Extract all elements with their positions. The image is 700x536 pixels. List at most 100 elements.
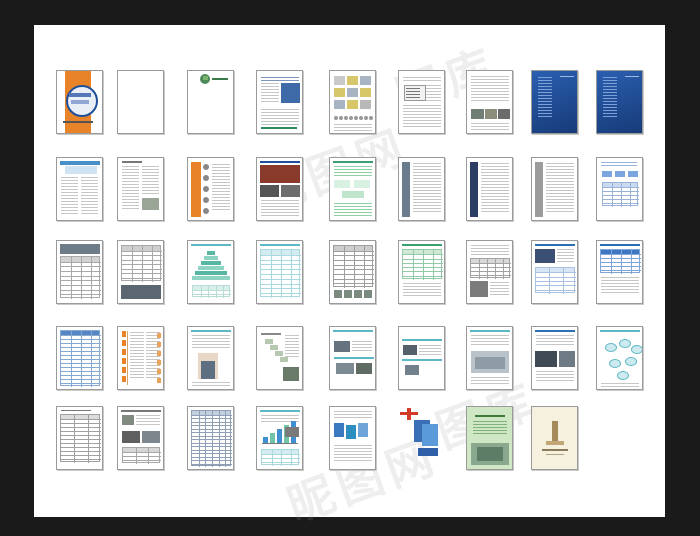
table-rule <box>612 183 613 207</box>
thumbnail-page-step-photos-2[interactable] <box>398 326 445 390</box>
thumb-image <box>334 88 345 97</box>
text-line <box>261 77 299 78</box>
thumbnail-page-cream-cover[interactable] <box>531 406 578 470</box>
text-line <box>557 261 574 262</box>
text-line <box>142 184 159 185</box>
diagram-bubble <box>631 345 642 354</box>
thumbnail-page-text-left-strip[interactable] <box>398 157 445 221</box>
thumbnail-page-orange-sidebar[interactable] <box>187 157 234 221</box>
thumbnail-page-green-diagram[interactable] <box>329 157 376 221</box>
thumbnail-page-text-chart[interactable] <box>398 70 445 134</box>
thumbnail-page-globe-title[interactable] <box>187 70 234 134</box>
text-line <box>61 198 78 199</box>
thumbnail-page-blue-table-dense[interactable] <box>56 326 103 390</box>
text-line <box>546 193 574 194</box>
thumbnail-page-photo-office[interactable] <box>531 326 578 390</box>
table-rule <box>495 259 496 279</box>
text-line <box>261 418 299 419</box>
thumbnail-page-step-photos[interactable] <box>329 326 376 390</box>
table-rule <box>281 250 282 298</box>
text-line <box>130 341 144 342</box>
thumbnail-page-photo-collage[interactable] <box>256 157 303 221</box>
thumbnail-page-text-photos[interactable] <box>466 70 513 134</box>
text-line <box>192 385 230 386</box>
diagram-step <box>270 345 278 350</box>
table-rule <box>413 250 414 280</box>
table-rule <box>271 450 273 466</box>
thumbnail-page-grey-table-2[interactable] <box>329 240 376 304</box>
thumbnail-page-text-columns[interactable] <box>117 157 164 221</box>
text-line <box>426 85 441 86</box>
thumbnail-page-green-table[interactable] <box>398 240 445 304</box>
text-line <box>334 127 372 128</box>
text-line <box>471 97 509 98</box>
thumbnail-page-table-photo[interactable] <box>117 240 164 304</box>
thumbnail-page-bubble-diagram[interactable] <box>596 326 643 390</box>
thumbnail-page-teal-table[interactable] <box>256 240 303 304</box>
text-line <box>481 208 509 209</box>
thumbnail-page-blank[interactable] <box>117 70 164 134</box>
text-line <box>536 344 574 345</box>
text-line <box>471 123 509 124</box>
thumbnail-page-text-table[interactable] <box>466 240 513 304</box>
thumbnail-page-grey-table[interactable] <box>56 240 103 304</box>
text-line <box>285 350 299 351</box>
text-line <box>546 199 574 200</box>
table-rule <box>536 272 576 274</box>
text-line <box>130 359 144 360</box>
thumbnail-page-navy[interactable] <box>531 70 578 134</box>
table-rule <box>208 286 210 298</box>
text-line <box>473 433 507 434</box>
thumbnail-page-text-left-strip-navy[interactable] <box>466 157 513 221</box>
text-line <box>403 286 441 287</box>
photo-block <box>470 281 488 297</box>
thumbnail-page-photos-table[interactable] <box>117 406 164 470</box>
thumbnail-page-building-photo[interactable] <box>466 326 513 390</box>
text-line <box>285 356 299 357</box>
text-line <box>603 107 617 108</box>
table-rule <box>152 246 153 282</box>
text-line <box>471 377 509 378</box>
blue-header <box>60 161 100 165</box>
text-line <box>538 95 552 96</box>
thumbnail-page-books-page[interactable] <box>329 406 376 470</box>
thumbnail-page-green-cover[interactable] <box>466 406 513 470</box>
diagram-step <box>280 357 288 362</box>
text-line <box>601 162 637 163</box>
thumbnail-page-bar-chart-page[interactable] <box>256 406 303 470</box>
text-line <box>546 187 574 188</box>
thumbnail-page-form-table[interactable] <box>56 406 103 470</box>
text-line <box>557 252 574 253</box>
thumbnail-page-person-photo[interactable] <box>187 326 234 390</box>
text-line <box>413 187 441 188</box>
thumbnail-page-photo-text[interactable] <box>531 240 578 304</box>
thumbnail-page-pyramid[interactable] <box>187 240 234 304</box>
thumbnail-page-cover-orange[interactable] <box>56 70 103 134</box>
text-line <box>426 100 441 101</box>
text-line <box>81 201 98 202</box>
thumbnail-page-orange-zigzag[interactable] <box>117 326 164 390</box>
building-facade <box>475 357 505 369</box>
orange-mark <box>157 369 161 374</box>
text-line <box>471 380 509 381</box>
text-line <box>546 190 574 191</box>
table-rule <box>621 250 622 274</box>
round-icon <box>349 116 353 120</box>
table-rule <box>223 286 225 298</box>
thumbnail-page-red-plane[interactable] <box>398 406 445 470</box>
text-line <box>603 116 617 117</box>
thumbnail-page-image-grid[interactable] <box>329 70 376 134</box>
thumbnail-page-blue-table[interactable] <box>596 240 643 304</box>
text-line <box>419 351 441 352</box>
text-line <box>61 183 78 184</box>
thumbnail-page-diagram-photo[interactable] <box>256 326 303 390</box>
thumbnail-page-text-photo-blue[interactable] <box>256 70 303 134</box>
thumbnail-page-blue-flow[interactable] <box>596 157 643 221</box>
thumbnail-page-dense-grid[interactable] <box>187 406 234 470</box>
table-rule <box>61 447 101 448</box>
thumbnail-page-text-blue-header[interactable] <box>56 157 103 221</box>
text-line <box>352 350 372 351</box>
thumbnail-page-text-left-strip-grey[interactable] <box>531 157 578 221</box>
text-line <box>130 353 144 354</box>
thumbnail-page-navy[interactable] <box>596 70 643 134</box>
